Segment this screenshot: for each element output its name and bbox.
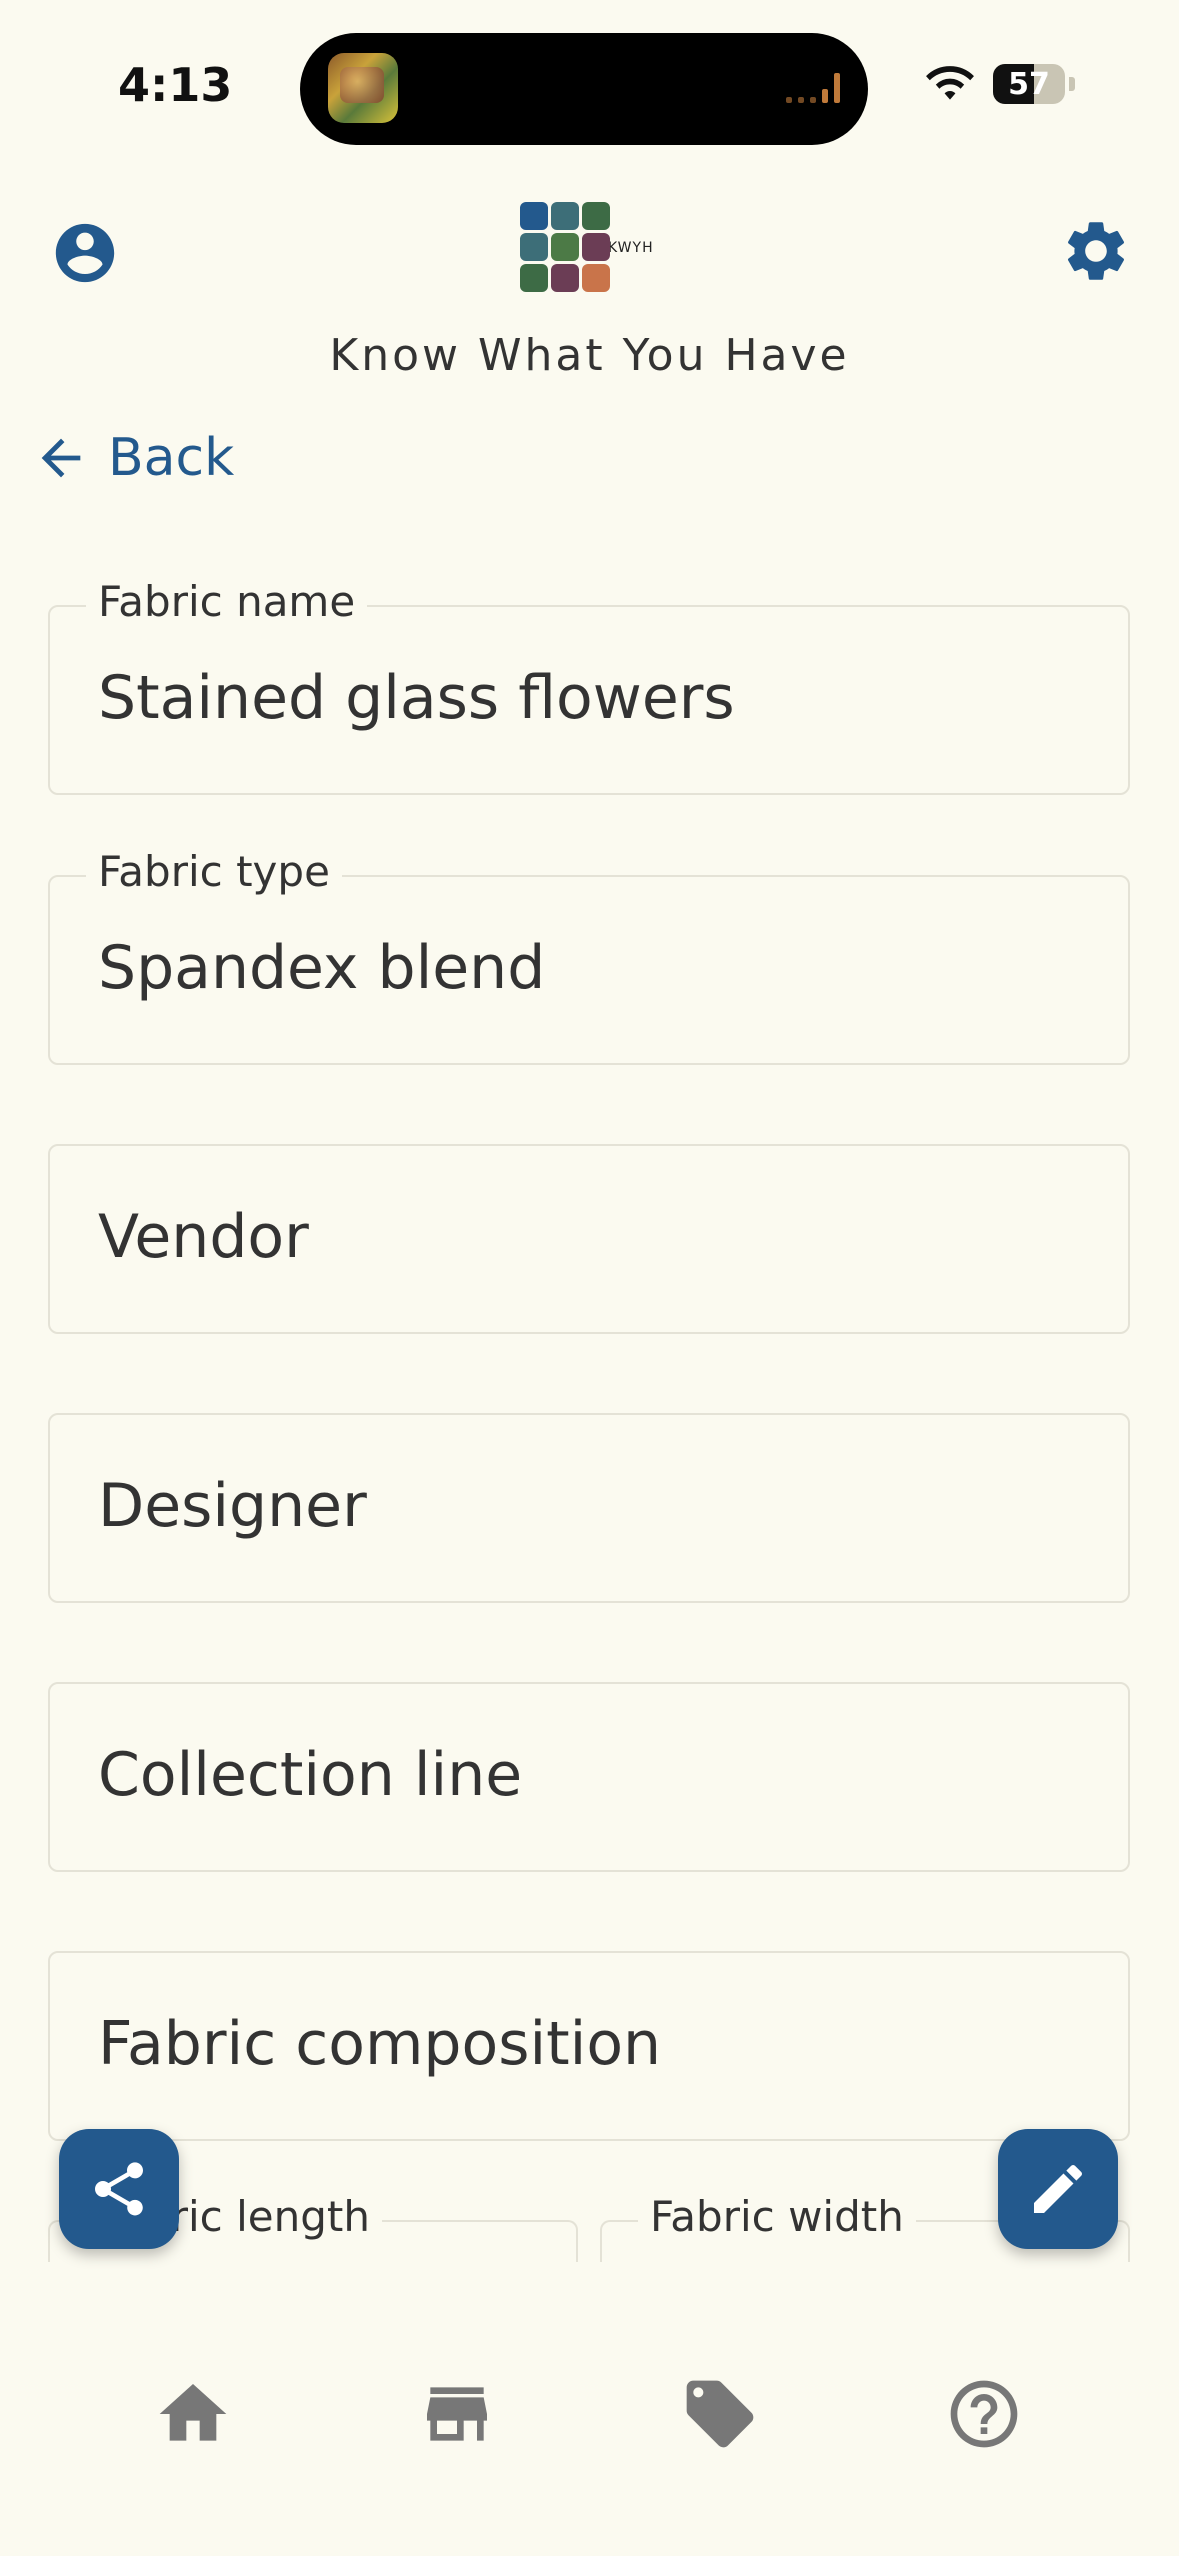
app-logo: KWYH [520, 202, 660, 298]
designer-placeholder: Designer [98, 1471, 367, 1541]
logo-cell [520, 202, 548, 230]
nav-home-button[interactable] [153, 2374, 233, 2454]
bottom-navigation [0, 2262, 1179, 2556]
status-indicators: 57 [925, 64, 1075, 104]
wifi-icon [926, 66, 974, 100]
share-button[interactable] [59, 2129, 179, 2249]
logo-cell [582, 264, 610, 292]
fabric-width-label: Fabric width [638, 2192, 916, 2241]
fabric-type-value[interactable]: Spandex blend [98, 933, 545, 1003]
store-icon [427, 2387, 487, 2441]
back-button[interactable]: Back [32, 428, 234, 488]
nav-store-button[interactable] [417, 2374, 497, 2454]
back-label: Back [108, 428, 235, 488]
nav-help-button[interactable] [944, 2374, 1024, 2454]
status-time: 4:13 [118, 58, 233, 112]
gear-icon[interactable] [1060, 215, 1132, 287]
logo-cell [551, 233, 579, 261]
battery-level: 57 [1008, 67, 1050, 102]
account-icon[interactable] [50, 218, 120, 288]
nav-tag-button[interactable] [680, 2374, 760, 2454]
logo-text: KWYH [608, 240, 654, 256]
vendor-field[interactable]: Vendor [48, 1144, 1130, 1334]
help-circle-icon [950, 2380, 1018, 2448]
collection-line-field[interactable]: Collection line [48, 1682, 1130, 1872]
logo-cell [582, 233, 610, 261]
dynamic-island [300, 33, 868, 145]
tag-icon [686, 2380, 754, 2448]
app-title: Know What You Have [329, 330, 850, 381]
home-icon [159, 2384, 227, 2441]
fabric-composition-field[interactable]: Fabric composition [48, 1951, 1130, 2141]
logo-cell [551, 264, 579, 292]
now-playing-thumbnail[interactable] [328, 53, 398, 123]
logo-cell [582, 202, 610, 230]
vendor-placeholder: Vendor [98, 1202, 309, 1272]
pencil-icon [1034, 2164, 1083, 2213]
arrow-left-icon [41, 438, 81, 478]
designer-field[interactable]: Designer [48, 1413, 1130, 1603]
fabric-composition-placeholder: Fabric composition [98, 2009, 662, 2079]
fabric-name-value[interactable]: Stained glass flowers [98, 663, 735, 733]
edit-button[interactable] [998, 2129, 1118, 2249]
battery-tip [1069, 77, 1075, 91]
collection-line-placeholder: Collection line [98, 1740, 523, 1810]
fabric-name-field[interactable]: Fabric name Stained glass flowers [48, 577, 1130, 795]
logo-cell [520, 264, 548, 292]
share-icon [95, 2162, 143, 2216]
fabric-type-label: Fabric type [86, 847, 342, 896]
battery-icon: 57 [993, 64, 1065, 104]
audio-bars-icon [786, 73, 840, 103]
fabric-name-label: Fabric name [86, 577, 368, 626]
logo-cell [551, 202, 579, 230]
logo-cell [520, 233, 548, 261]
fabric-type-field[interactable]: Fabric type Spandex blend [48, 847, 1130, 1065]
